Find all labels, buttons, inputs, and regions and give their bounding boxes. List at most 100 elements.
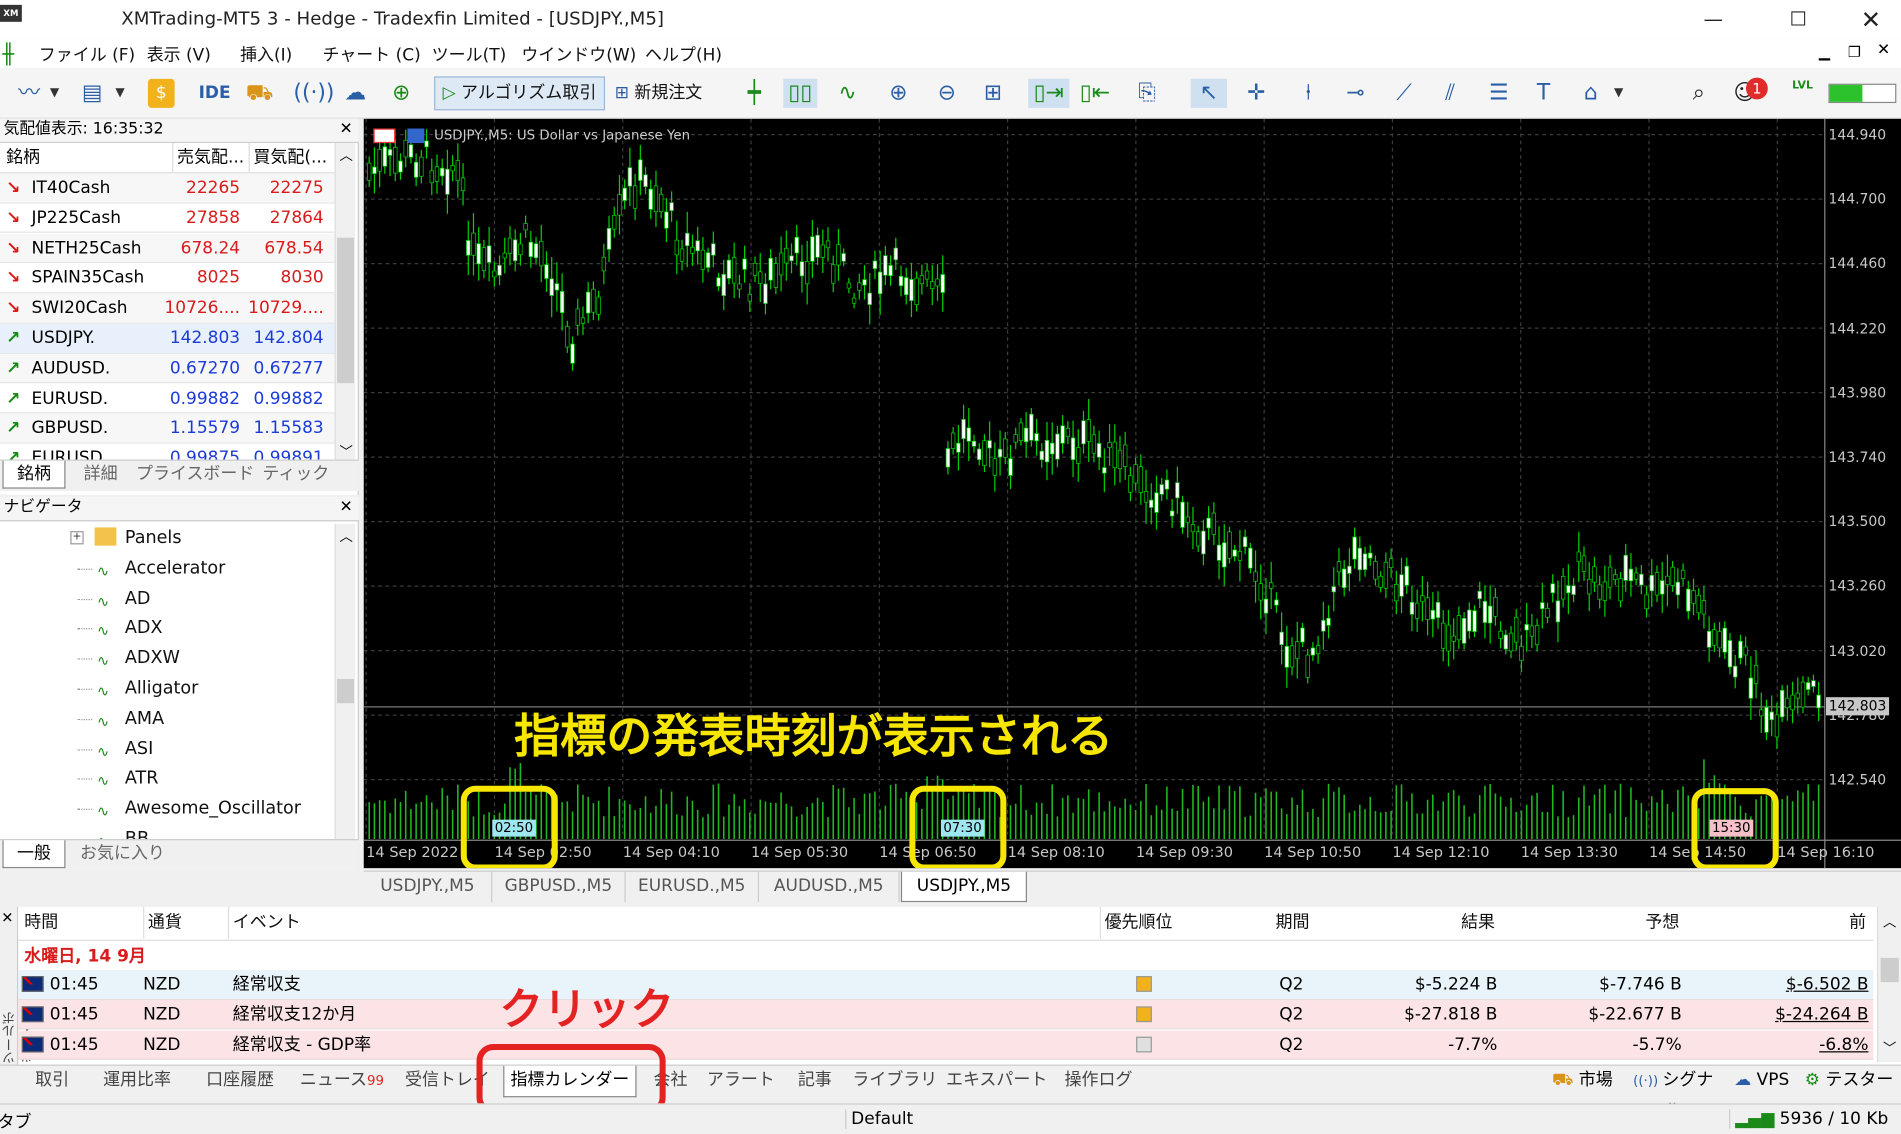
web-icon[interactable]: ⊕	[386, 79, 418, 108]
one-click-icon[interactable]	[373, 128, 396, 144]
tab-ticks[interactable]: ティック	[259, 461, 332, 488]
vertical-line-icon[interactable]: ⍿	[1293, 79, 1325, 108]
trade-panel-icon[interactable]	[407, 128, 425, 144]
search-icon[interactable]: ⌕	[1683, 79, 1715, 108]
mdi-minimize-icon[interactable]: ▁	[1819, 44, 1830, 61]
expand-icon[interactable]: +	[70, 531, 84, 545]
table-row[interactable]: ↘ JP225Cash 27858 27864	[0, 203, 335, 234]
candlestick-icon[interactable]: ▯▯	[783, 78, 818, 108]
signals-button[interactable]: ((·)) シグナル	[1625, 1066, 1722, 1121]
calendar-row[interactable]: 01:45 NZD 経常収支 - GDP率 Q2 -7.7% -5.7% -6.8%	[18, 1030, 1874, 1061]
tester-button[interactable]: ⚙ テスター	[1804, 1066, 1894, 1098]
column-result[interactable]: 結果	[1461, 907, 1495, 939]
market-button[interactable]: ⛟ 市場	[1547, 1066, 1617, 1098]
dropdown-icon[interactable]: ▼	[1610, 79, 1627, 108]
mdi-restore-icon[interactable]: ❐	[1848, 44, 1861, 61]
column-period[interactable]: 期間	[1276, 907, 1310, 939]
calendar-row[interactable]: 01:45 NZD 経常収支12か月 Q2 $-27.818 B $-22.677 B $-…	[18, 1000, 1874, 1030]
menu-view[interactable]: 表示 (V)	[147, 42, 211, 66]
column-time[interactable]: 時間	[24, 907, 58, 939]
cursor-icon[interactable]: ↖	[1190, 78, 1228, 108]
algo-trading-button[interactable]: ▷ アルゴリズム取引	[434, 76, 605, 111]
screenshot-icon[interactable]: ⎘	[1130, 79, 1164, 108]
auto-scroll-icon[interactable]: ▯⇥	[1028, 78, 1070, 108]
tab-general[interactable]: 一般	[2, 840, 66, 869]
tab-history[interactable]: 口座履歴	[192, 1066, 289, 1098]
close-icon[interactable]: ✕	[340, 498, 353, 516]
tab-exposure[interactable]: 運用比率	[87, 1066, 186, 1098]
market-watch-scrollbar[interactable]: ︿ ﹀	[334, 143, 356, 464]
price-chart[interactable]: USDJPY.,M5: US Dollar vs Japanese Yen 14…	[363, 118, 1901, 869]
table-row[interactable]: ↘ SWI20Cash 10726.... 10729....	[0, 293, 335, 324]
close-icon[interactable]: ✕	[1, 909, 13, 926]
tab-articles[interactable]: 記事	[783, 1066, 846, 1098]
chart-tab-active[interactable]: USDJPY.,M5	[900, 871, 1027, 903]
ide-button[interactable]: IDE	[196, 79, 232, 108]
tab-favorites[interactable]: お気に入り	[70, 840, 174, 867]
close-button[interactable]: ✕	[1843, 0, 1899, 39]
line-icon[interactable]: ∿	[832, 79, 864, 108]
table-row[interactable]: ↘ IT40Cash 22265 22275	[0, 173, 335, 204]
bar-chart-icon[interactable]: ┿	[740, 79, 769, 108]
tab-library[interactable]: ライブラリ	[851, 1066, 938, 1098]
zoom-in-icon[interactable]: ⊕	[883, 79, 915, 108]
zoom-out-icon[interactable]: ⊖	[931, 79, 963, 108]
mdi-close-icon[interactable]: ✕	[1877, 41, 1890, 59]
navigator-scrollbar[interactable]: ︿ ﹀	[334, 523, 356, 861]
trendline-icon[interactable]: ⟋	[1387, 79, 1421, 108]
calendar-scrollbar[interactable]: ︿ ﹀	[1876, 906, 1901, 1063]
crosshair-icon[interactable]: ✛	[1239, 79, 1273, 108]
dropdown-icon[interactable]: ▼	[46, 79, 63, 108]
chart-shift-icon[interactable]: ▯⇤	[1077, 79, 1113, 108]
chart-tab[interactable]: EURUSD.,M5	[626, 871, 760, 903]
vps-button[interactable]: ☁ VPS	[1729, 1066, 1794, 1098]
chart-menu-icon[interactable]: ╫	[2, 42, 14, 65]
column-forecast[interactable]: 予想	[1645, 907, 1679, 939]
menu-help[interactable]: ヘルプ(H)	[645, 42, 722, 66]
chart-tab[interactable]: AUDUSD.,M5	[759, 871, 900, 903]
channel-icon[interactable]: ⫽	[1433, 79, 1467, 108]
table-row[interactable]: ↘ NETH25Cash 678.24 678.54	[0, 233, 335, 264]
tab-symbols[interactable]: 銘柄	[2, 460, 66, 489]
menu-insert[interactable]: 挿入(I)	[240, 42, 292, 66]
table-row[interactable]: ↗ EURUSD. 0.99882 0.99882	[0, 383, 335, 414]
table-row[interactable]: ↘ SPAIN35Cash 8025 8030	[0, 263, 335, 294]
fibonacci-icon[interactable]: ☰	[1482, 79, 1516, 108]
column-priority[interactable]: 優先順位	[1099, 906, 1172, 939]
cloud-icon[interactable]: ☁	[340, 79, 372, 108]
menu-file[interactable]: ファイル (F)	[39, 42, 135, 66]
dollar-icon[interactable]: $	[147, 78, 175, 108]
text-icon[interactable]: T	[1528, 79, 1560, 108]
menu-tools[interactable]: ツール(T)	[432, 42, 507, 66]
dropdown-icon[interactable]: ▼	[112, 79, 129, 108]
table-row[interactable]: ↗ GBPUSD. 1.15579 1.15583	[0, 413, 335, 444]
tab-experts[interactable]: エキスパート	[943, 1066, 1050, 1098]
chart-tab[interactable]: USDJPY.,M5	[364, 871, 493, 903]
market-bag-icon[interactable]: ⛟	[245, 79, 274, 108]
menu-window[interactable]: ウインドウ(W)	[521, 42, 636, 66]
line-chart-icon[interactable]: 〰	[12, 79, 46, 108]
column-previous[interactable]: 前	[1849, 907, 1866, 939]
close-icon[interactable]: ✕	[340, 120, 353, 138]
tab-trade[interactable]: 取引	[22, 1066, 83, 1098]
menu-chart[interactable]: チャート (C)	[323, 42, 421, 66]
signal-icon[interactable]: ((·))	[293, 79, 334, 108]
column-currency[interactable]: 通貨	[143, 906, 182, 939]
tab-news[interactable]: ニュース99	[293, 1066, 390, 1098]
tab-price-board[interactable]: プライスボード	[136, 461, 255, 488]
tab-details[interactable]: 詳細	[70, 461, 131, 488]
maximize-button[interactable]: ☐	[1770, 0, 1826, 39]
table-row[interactable]: ↗ AUDUSD. 0.67270 0.67277	[0, 353, 335, 384]
minimize-button[interactable]: —	[1685, 0, 1741, 39]
calendar-row[interactable]: 01:45 NZD 経常収支 Q2 $-5.224 B $-7.746 B $-6.502 …	[18, 970, 1874, 1000]
tab-journal[interactable]: 操作ログ	[1055, 1066, 1142, 1098]
horizontal-line-icon[interactable]: ⊸	[1339, 79, 1373, 108]
chart-tab[interactable]: GBPUSD.,M5	[492, 871, 626, 903]
shapes-icon[interactable]: ⌂	[1574, 79, 1608, 108]
tile-windows-icon[interactable]: ⊞	[977, 79, 1009, 108]
table-row[interactable]: ↗ USDJPY. 142.803 142.804	[0, 323, 335, 354]
new-order-button[interactable]: ⊞ 新規注文	[606, 76, 711, 110]
tab-alerts[interactable]: アラート	[703, 1066, 778, 1098]
column-event[interactable]: イベント	[227, 906, 301, 939]
chart-window-icon[interactable]: ▤	[75, 79, 109, 108]
